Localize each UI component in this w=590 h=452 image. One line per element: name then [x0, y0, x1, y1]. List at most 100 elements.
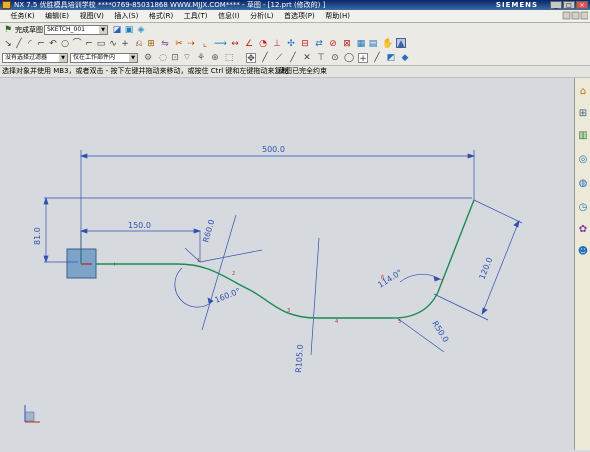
roles-icon[interactable]: ☻ — [577, 246, 589, 258]
select-all-icon[interactable]: ⊡ — [170, 53, 180, 63]
quick-pick-icon[interactable]: ⚘ — [196, 53, 206, 63]
snap-mid-icon[interactable]: ⟋ — [274, 53, 284, 63]
menu-format[interactable]: 格式(R) — [145, 10, 177, 22]
snap-existing-icon[interactable]: + — [358, 53, 368, 64]
selection-filter-value: 没有选择过滤器 — [5, 54, 48, 61]
select-feature-icon[interactable]: ⊕ — [210, 53, 220, 63]
polyline-icon[interactable]: ⌐ — [36, 39, 46, 49]
process-studio-icon[interactable]: ✿ — [577, 224, 589, 236]
animate-dimension-icon[interactable]: ▤ — [368, 39, 378, 49]
selection-filter-select[interactable]: 没有选择过滤器 ▼ — [2, 53, 68, 63]
radius-dimension-icon[interactable]: ◔ — [258, 39, 268, 49]
circle-icon[interactable]: ○ — [60, 39, 70, 49]
snap-perp-icon[interactable]: ⊤ — [316, 53, 326, 63]
orient-view-icon[interactable]: ◪ — [112, 25, 122, 35]
settings-icon[interactable]: ⚙ — [143, 53, 153, 63]
snap-solid-icon[interactable]: ◆ — [400, 53, 410, 63]
sketch-name-select[interactable]: SKETCH_001 ▼ — [44, 25, 108, 35]
snap-on-surface-icon[interactable]: ◩ — [386, 53, 396, 63]
history-icon[interactable]: ◍ — [577, 178, 589, 190]
show-constraints-icon[interactable]: ⊟ — [300, 39, 310, 49]
menu-analysis[interactable]: 分析(L) — [246, 10, 277, 22]
menu-tools[interactable]: 工具(T) — [180, 10, 212, 22]
rectangle-select-icon[interactable]: ⬚ — [224, 53, 234, 63]
line-icon[interactable]: ╱ — [14, 39, 24, 49]
angular-dimension-icon[interactable]: ∠ — [244, 39, 254, 49]
mirror-curve-icon[interactable]: ⇋ — [160, 39, 170, 49]
dim-radius-3[interactable]: R50.0 — [430, 319, 450, 344]
snap-line-icon[interactable]: ╱ — [260, 53, 270, 63]
assembly-navigator-icon[interactable]: ⌂ — [577, 86, 589, 98]
drag-icon[interactable]: ✋ — [382, 39, 393, 49]
sketch-name-value: SKETCH_001 — [47, 26, 86, 33]
dim-height[interactable]: 81.0 — [33, 227, 42, 245]
dim-angle-2[interactable]: 114.0° — [376, 268, 404, 290]
relations-browser-icon[interactable]: ▦ — [356, 39, 366, 49]
extend-icon[interactable]: ⇢ — [186, 39, 196, 49]
window-controls-icon[interactable] — [562, 11, 588, 21]
update-model-icon[interactable]: ◈ — [136, 25, 146, 35]
title-bar: NX 7.5 优胜模具培训学校 ****0769-85031868 WWW.MJ… — [0, 0, 590, 10]
profile-icon[interactable]: ↘ — [3, 39, 13, 49]
snap-arc-center-icon[interactable]: ⊙ — [330, 53, 340, 63]
dimension-icon[interactable]: ↔ — [230, 39, 240, 49]
finish-sketch-icon[interactable]: ⚑ — [3, 25, 13, 35]
convert-reference-icon[interactable]: ⇄ — [314, 39, 324, 49]
lasso-icon[interactable]: ⌔ — [182, 53, 192, 63]
chamfer-icon[interactable]: ⌐ — [84, 39, 94, 49]
graphics-window[interactable]: + 1 2 3 4 5 6 7 500.0 81.0 150.0 R60.0 1… — [0, 78, 573, 450]
pattern-curve-icon[interactable]: ⊞ — [146, 39, 156, 49]
sketch-style-icon[interactable]: ▲ — [396, 38, 406, 49]
minimize-icon[interactable]: _ — [550, 1, 562, 9]
snap-end-icon[interactable]: ✥ — [246, 53, 256, 64]
reattach-icon[interactable]: ▣ — [124, 25, 134, 35]
part-navigator-icon[interactable]: ⊞ — [577, 108, 589, 120]
cue-line: 选择对象并使用 MB3，或者双击 - 按下左键并拖动来移动，或按住 Ctrl 键… — [0, 66, 590, 78]
sketch-profile-curve[interactable] — [96, 199, 475, 319]
trim-icon[interactable]: ✂ — [174, 39, 184, 49]
arc-icon[interactable]: ◜ — [25, 39, 35, 49]
menu-edit[interactable]: 编辑(E) — [41, 10, 73, 22]
svg-text:7: 7 — [440, 279, 443, 285]
system-materials-icon[interactable]: ◷ — [577, 202, 589, 214]
menu-help[interactable]: 帮助(H) — [321, 10, 354, 22]
menu-insert[interactable]: 插入(S) — [110, 10, 142, 22]
chevron-down-icon: ▼ — [99, 26, 107, 34]
alternate-solution-icon[interactable]: ⊘ — [328, 39, 338, 49]
spline-icon[interactable]: ∿ — [108, 39, 118, 49]
finish-sketch-button[interactable]: 完成草图 — [15, 25, 43, 35]
snap-quadrant-icon[interactable]: ◯ — [344, 53, 354, 63]
close-icon[interactable]: × — [576, 1, 588, 9]
infer-constraints-icon[interactable]: ⊠ — [342, 39, 352, 49]
assembly-scope-select[interactable]: 仅在工作部件内 ▼ — [70, 53, 138, 63]
rectangle-icon[interactable]: ▭ — [96, 39, 106, 49]
snap-intersect-icon[interactable]: ✕ — [302, 53, 312, 63]
nx-app-icon[interactable] — [2, 1, 11, 9]
menu-info[interactable]: 信息(I) — [214, 10, 244, 22]
menu-view[interactable]: 视图(V) — [76, 10, 108, 22]
menu-preferences[interactable]: 首选项(P) — [280, 10, 319, 22]
make-corner-icon[interactable]: ⌞ — [200, 39, 210, 49]
dim-offset[interactable]: 150.0 — [128, 221, 151, 230]
dim-radius-2[interactable]: R105.0 — [294, 344, 305, 373]
point-icon[interactable]: + — [120, 39, 130, 49]
menu-task[interactable]: 任务(K) — [7, 10, 39, 22]
dim-radius-1[interactable]: R60.0 — [201, 219, 216, 244]
snap-control-icon[interactable]: ╱ — [288, 53, 298, 63]
deselect-icon[interactable]: ◌ — [158, 53, 168, 63]
sketch-canvas[interactable]: + 1 2 3 4 5 6 7 500.0 81.0 150.0 R60.0 1… — [0, 78, 573, 450]
dim-angle-1[interactable]: 160.0° — [213, 286, 241, 304]
constraint-icon[interactable]: ⊥ — [272, 39, 282, 49]
assembly-scope-value: 仅在工作部件内 — [73, 54, 116, 61]
web-browser-icon[interactable]: ◎ — [577, 154, 589, 166]
maximize-icon[interactable]: □ — [563, 1, 575, 9]
dim-width[interactable]: 500.0 — [262, 145, 285, 154]
snap-on-curve-icon[interactable]: ╱ — [372, 53, 382, 63]
offset-curve-icon[interactable]: ⎌ — [134, 39, 144, 49]
dim-length[interactable]: 120.0 — [478, 256, 495, 281]
arc-3point-icon[interactable]: ↶ — [48, 39, 58, 49]
reuse-library-icon[interactable]: ▥ — [577, 130, 589, 142]
derived-curve-icon[interactable]: ⟿ — [214, 39, 227, 49]
fillet-icon[interactable]: ⌒ — [72, 39, 82, 49]
auto-constrain-icon[interactable]: ✣ — [286, 39, 296, 49]
